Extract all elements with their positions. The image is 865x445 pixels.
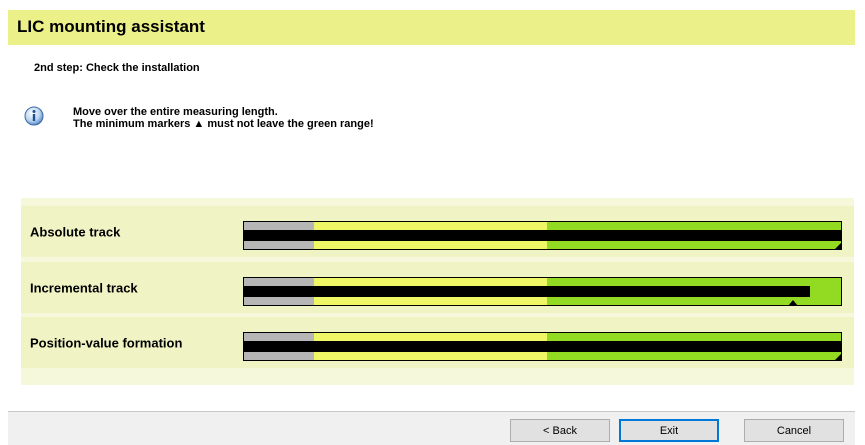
min-marker — [788, 300, 799, 305]
track-meter — [243, 277, 842, 306]
track-meter — [243, 221, 842, 250]
app-title: LIC mounting assistant — [17, 17, 205, 36]
signal-level-bar — [244, 341, 841, 352]
track-meter — [243, 332, 842, 361]
step-label: 2nd step: Check the installation — [34, 62, 200, 74]
track-label: Position-value formation — [30, 335, 183, 350]
track-row: Position-value formation — [21, 317, 854, 368]
info-icon — [24, 106, 44, 126]
track-label: Absolute track — [30, 224, 121, 239]
track-row: Incremental track — [21, 262, 854, 313]
header-bar: LIC mounting assistant — [8, 10, 855, 45]
exit-button[interactable]: Exit — [619, 419, 719, 442]
signal-level-bar — [244, 230, 841, 241]
cancel-button[interactable]: Cancel — [744, 419, 844, 442]
min-marker — [835, 354, 841, 360]
info-message: Move over the entire measuring length. T… — [73, 106, 374, 130]
signal-level-bar — [244, 286, 810, 297]
track-row: Absolute track — [21, 206, 854, 257]
tracks-panel: Absolute track Incremental track Positio… — [21, 198, 854, 385]
track-label: Incremental track — [30, 280, 138, 295]
info-line-2: The minimum markers ▲ must not leave the… — [73, 118, 374, 130]
min-marker — [835, 243, 841, 249]
info-line-1: Move over the entire measuring length. — [73, 106, 278, 118]
back-button[interactable]: < Back — [510, 419, 610, 442]
button-bar: < Back Exit Cancel — [8, 411, 855, 445]
